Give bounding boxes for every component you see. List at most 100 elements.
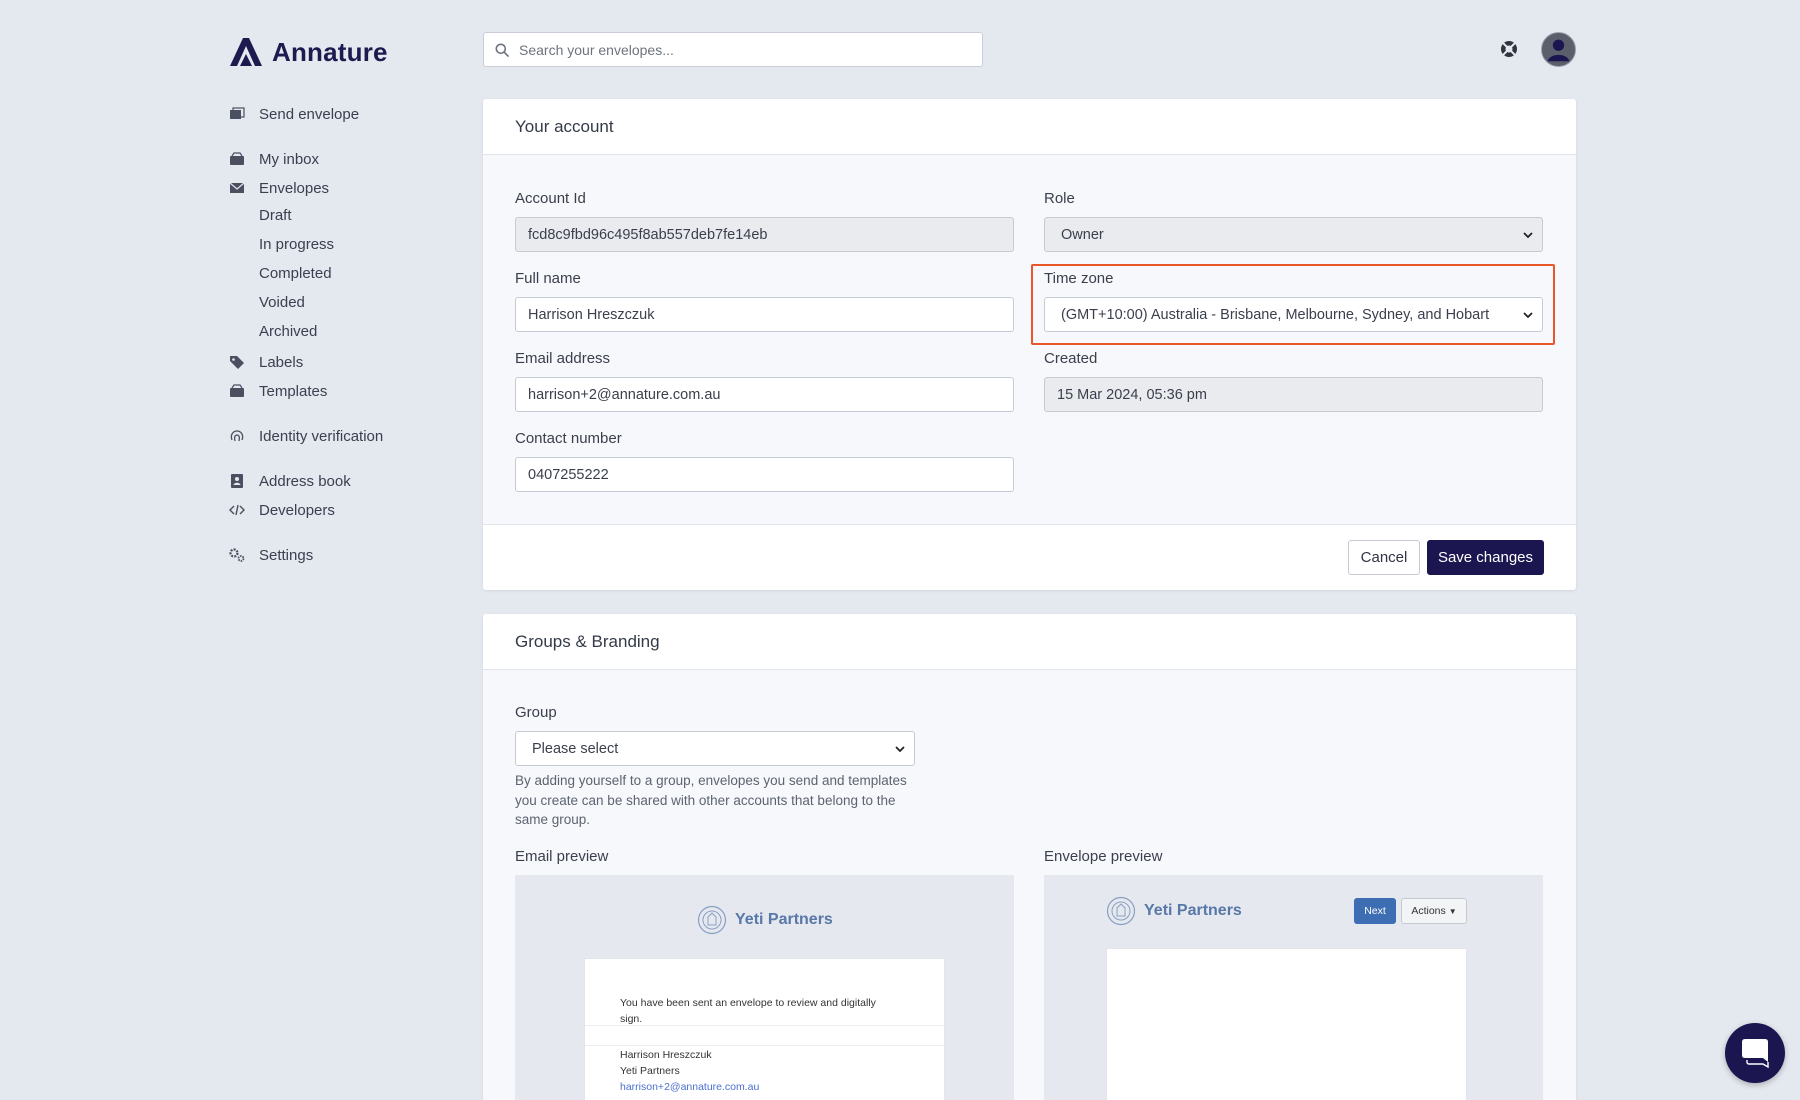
groups-card-title: Groups & Branding [483, 614, 1576, 670]
search-input[interactable] [519, 41, 959, 58]
nav-identity-verification[interactable]: Identity verification [228, 426, 383, 446]
role-select[interactable]: Owner [1044, 217, 1543, 252]
account-id-label: Account Id [515, 190, 586, 207]
nav-label: Send envelope [259, 105, 360, 123]
role-value: Owner [1061, 226, 1104, 243]
account-id-value: fcd8c9fbd96c495f8ab557deb7fe14eb [528, 226, 768, 243]
nav-labels[interactable]: Labels [228, 352, 303, 372]
group-label: Group [515, 704, 557, 721]
envelope-brand-name: Yeti Partners [1144, 902, 1242, 919]
chevron-down-icon [895, 745, 905, 752]
email-signature-email: harrison+2@annature.com.au [620, 1081, 760, 1093]
group-select[interactable]: Please select [515, 731, 915, 766]
nav-voided[interactable]: Voided [259, 294, 305, 311]
email-label: Email address [515, 350, 611, 367]
nav-address-book[interactable]: Address book [228, 471, 351, 491]
inbox-icon [228, 151, 246, 167]
user-avatar[interactable] [1541, 32, 1576, 67]
timezone-label: Time zone [1044, 270, 1114, 287]
templates-icon [228, 383, 246, 399]
cancel-button[interactable]: Cancel [1348, 540, 1420, 575]
chevron-down-icon [1523, 311, 1533, 318]
fingerprint-icon [228, 428, 246, 444]
group-value: Please select [532, 740, 619, 757]
chat-bubble-icon [1742, 1039, 1769, 1068]
created-label: Created [1044, 350, 1098, 367]
nav-label: Templates [259, 382, 328, 400]
caret-down-icon: ▼ [1448, 906, 1457, 916]
envelope-preview-brand: Yeti Partners [1106, 896, 1242, 926]
nav-label: My inbox [259, 150, 320, 168]
email-preview-paper: You have been sent an envelope to review… [584, 958, 945, 1100]
nav-archived[interactable]: Archived [259, 323, 317, 340]
nav-templates[interactable]: Templates [228, 381, 327, 401]
group-help-text: By adding yourself to a group, envelopes… [515, 773, 907, 827]
chat-launcher-button[interactable] [1725, 1023, 1785, 1083]
full-name-input[interactable]: Harrison Hreszczuk [515, 297, 1014, 332]
search-bar[interactable] [483, 32, 983, 67]
tag-icon [228, 354, 246, 370]
email-signature-name: Harrison Hreszczuk [620, 1049, 712, 1061]
nav-label: Envelopes [259, 179, 330, 197]
contact-value: 0407255222 [528, 466, 609, 483]
account-card-footer: Cancel Save changes [483, 524, 1576, 590]
account-card-title: Your account [483, 99, 1576, 155]
nav-in-progress[interactable]: In progress [259, 236, 334, 253]
preview-actions-label: Actions [1411, 905, 1446, 917]
created-field: 15 Mar 2024, 05:36 pm [1044, 377, 1543, 412]
envelope-preview: Yeti Partners Next Actions ▼ [1044, 875, 1543, 1100]
search-icon [495, 43, 509, 57]
chevron-down-icon [1523, 231, 1533, 238]
support-lifebuoy-icon[interactable] [1499, 39, 1519, 59]
send-envelope-icon [228, 106, 246, 122]
nav-settings[interactable]: Settings [228, 545, 313, 565]
account-card: Your account Account Id fcd8c9fbd96c495f… [483, 99, 1576, 590]
brand-name: Annature [272, 36, 388, 67]
email-value: harrison+2@annature.com.au [528, 386, 721, 403]
email-message: You have been sent an envelope to review… [620, 997, 876, 1025]
email-preview-brand: Yeti Partners [697, 905, 833, 935]
nav-label: Identity verification [259, 427, 384, 445]
nav-developers[interactable]: Developers [228, 500, 335, 520]
yeti-logo-icon [1106, 896, 1136, 926]
envelope-icon [228, 180, 246, 196]
full-name-value: Harrison Hreszczuk [528, 306, 655, 323]
nav-label: Settings [259, 546, 314, 564]
email-brand-name: Yeti Partners [735, 911, 833, 928]
envelope-preview-paper [1106, 948, 1467, 1100]
nav-send-envelope[interactable]: Send envelope [228, 104, 359, 124]
full-name-label: Full name [515, 270, 581, 287]
preview-actions-button: Actions ▼ [1401, 898, 1467, 924]
created-value: 15 Mar 2024, 05:36 pm [1057, 386, 1207, 403]
preview-next-button: Next [1354, 898, 1396, 924]
contact-input[interactable]: 0407255222 [515, 457, 1014, 492]
nav-label: Developers [259, 501, 335, 519]
contact-label: Contact number [515, 430, 622, 447]
address-book-icon [228, 473, 246, 489]
gears-icon [228, 547, 246, 563]
groups-card: Groups & Branding Group Please select By… [483, 614, 1576, 1100]
save-changes-button[interactable]: Save changes [1427, 540, 1544, 575]
email-input[interactable]: harrison+2@annature.com.au [515, 377, 1014, 412]
annature-logo-icon [230, 38, 262, 66]
yeti-logo-icon [697, 905, 727, 935]
email-divider [585, 1045, 944, 1046]
user-icon [1547, 39, 1570, 62]
nav-draft[interactable]: Draft [259, 207, 292, 224]
email-signature-company: Yeti Partners [620, 1065, 680, 1077]
code-icon [228, 502, 246, 518]
nav-my-inbox[interactable]: My inbox [228, 149, 319, 169]
nav-envelopes[interactable]: Envelopes [228, 178, 329, 198]
email-preview: Yeti Partners You have been sent an enve… [515, 875, 1014, 1100]
email-preview-label: Email preview [515, 848, 609, 865]
nav-completed[interactable]: Completed [259, 265, 332, 282]
role-label: Role [1044, 190, 1075, 207]
envelope-preview-label: Envelope preview [1044, 848, 1163, 865]
annature-logo[interactable]: Annature [228, 36, 388, 68]
timezone-value: (GMT+10:00) Australia - Brisbane, Melbou… [1061, 306, 1490, 323]
timezone-select[interactable]: (GMT+10:00) Australia - Brisbane, Melbou… [1044, 297, 1543, 332]
email-divider [585, 1025, 944, 1026]
nav-label: Address book [259, 472, 351, 490]
account-id-field: fcd8c9fbd96c495f8ab557deb7fe14eb [515, 217, 1014, 252]
nav-label: Labels [259, 353, 304, 371]
